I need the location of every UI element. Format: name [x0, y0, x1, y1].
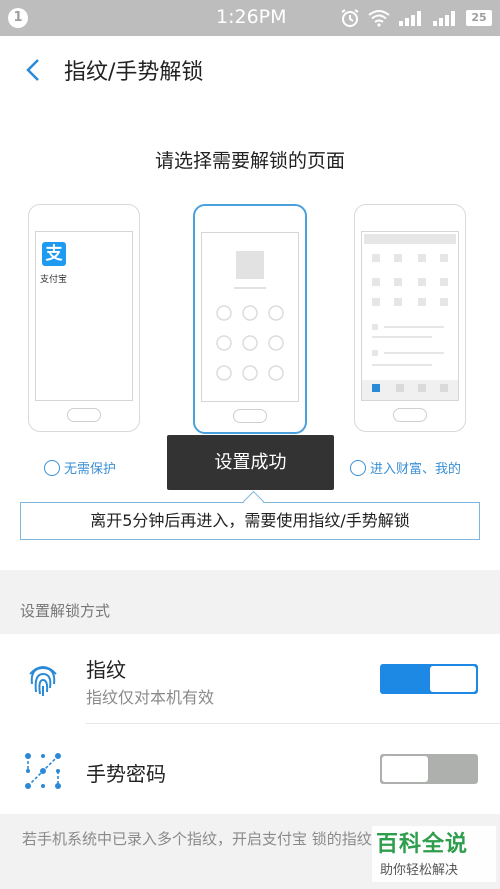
- signal-icon-1: [399, 11, 421, 26]
- fingerprint-icon: [29, 666, 57, 696]
- fingerprint-title: 指纹: [86, 658, 126, 682]
- toggle-knob: [382, 756, 428, 782]
- fingerprint-row: 指纹 指纹仅对本机有效: [0, 634, 500, 724]
- toggle-knob: [430, 666, 476, 692]
- alipay-logo-icon: 支: [42, 242, 66, 266]
- radio-wealth[interactable]: 进入财富、我的: [350, 458, 461, 477]
- watermark-logo: 百科全说 助你轻松解决: [372, 826, 496, 882]
- lock-pattern-icon: [216, 251, 284, 381]
- radio-label: 进入财富、我的: [370, 462, 462, 477]
- back-arrow-icon[interactable]: [20, 56, 48, 84]
- footer-note: 若手机系统中已录入多个指纹，开启支付宝 锁的指纹: [22, 830, 372, 848]
- gesture-title: 手势密码: [86, 762, 166, 786]
- status-icons: 25: [340, 6, 492, 30]
- wifi-icon: [368, 10, 390, 27]
- select-page-title: 请选择需要解锁的页面: [154, 150, 345, 172]
- gesture-icon: [25, 753, 61, 789]
- wealth-page-icon: [362, 234, 458, 400]
- home-button-shape: [67, 408, 101, 422]
- notification-badge: 1: [8, 8, 28, 28]
- fingerprint-toggle[interactable]: [380, 664, 478, 694]
- radio-circle-icon: [44, 459, 60, 476]
- fingerprint-subtitle: 指纹仅对本机有效: [86, 688, 215, 707]
- phone-screen: 支 支付宝: [35, 231, 133, 401]
- home-button-shape: [233, 409, 267, 423]
- page-title: 指纹/手势解锁: [64, 60, 204, 85]
- gesture-row: 手势密码: [0, 724, 500, 814]
- watermark-title: 百科全说: [376, 832, 469, 857]
- phone-screen: [361, 231, 459, 401]
- status-time: 1:26PM: [216, 6, 287, 28]
- alipay-name: 支付宝: [40, 275, 68, 285]
- radio-circle-icon: [350, 459, 366, 476]
- phone-screen: [201, 232, 299, 402]
- header: 指纹/手势解锁: [0, 36, 500, 106]
- radio-label: 无需保护: [64, 462, 117, 477]
- toast-message: 设置成功: [167, 435, 334, 490]
- section-label: 设置解锁方式: [20, 602, 111, 620]
- status-bar: 1 1:26PM 25: [0, 0, 500, 36]
- watermark-slogan: 助你轻松解决: [380, 863, 459, 878]
- radio-no-protection[interactable]: 无需保护: [44, 458, 116, 477]
- home-button-shape: [393, 408, 427, 422]
- phone-option-no-protection[interactable]: 支 支付宝: [28, 204, 140, 432]
- phone-option-wealth[interactable]: [354, 204, 466, 432]
- signal-icon-2: [433, 11, 455, 26]
- battery-icon: 25: [466, 10, 492, 26]
- alarm-icon: [341, 9, 359, 27]
- gesture-toggle[interactable]: [380, 754, 478, 784]
- phone-option-app-lock[interactable]: [193, 204, 307, 434]
